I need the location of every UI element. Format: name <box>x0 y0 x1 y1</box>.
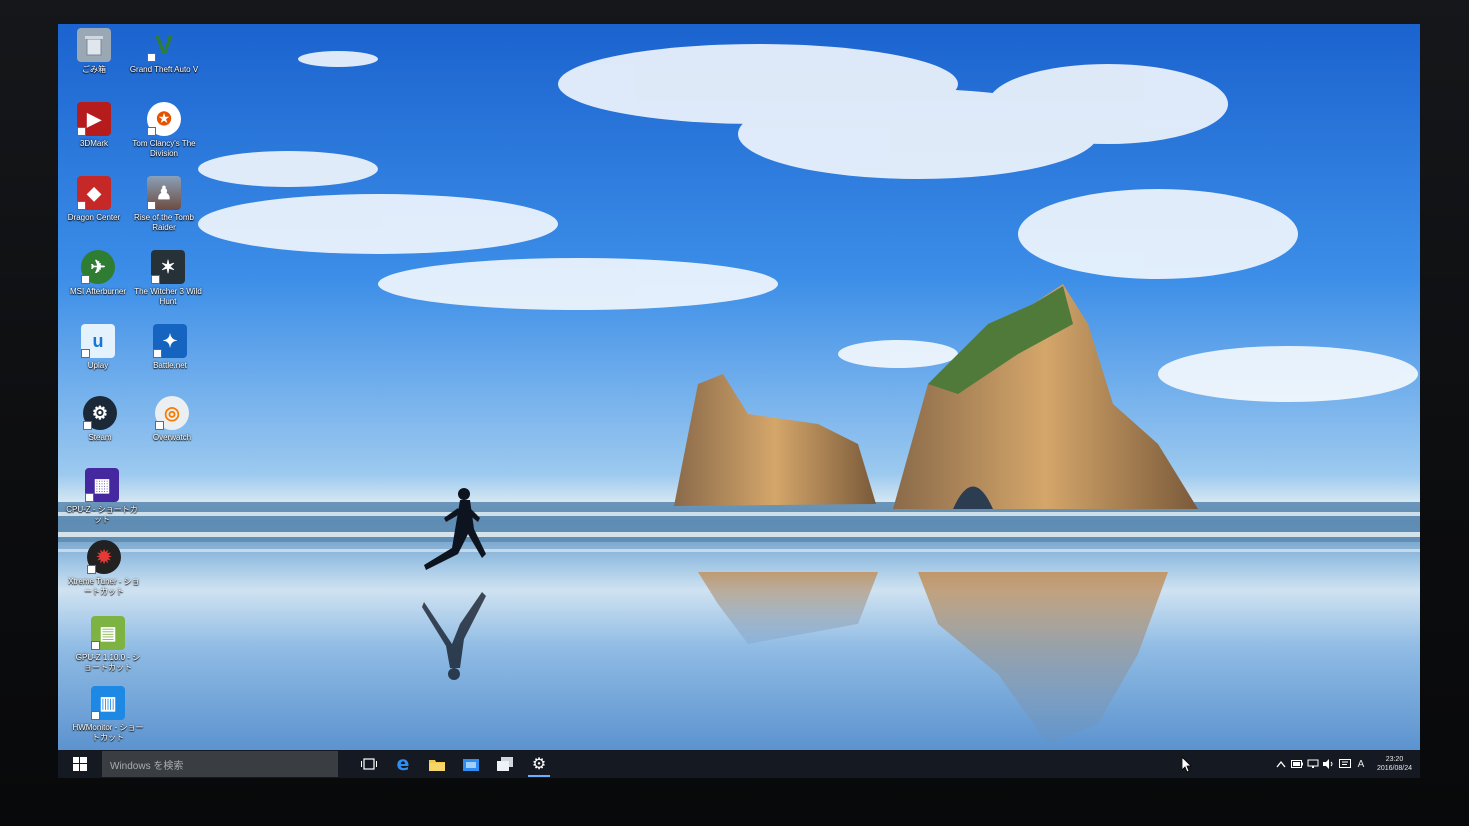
desktop-icon-label: Overwatch <box>152 433 192 442</box>
desktop-icon-label: Xtreme Tuner - ショートカット <box>68 577 140 596</box>
desktop-icon-label: Uplay <box>87 361 109 370</box>
overwatch-icon: ◎ <box>155 396 189 430</box>
screen: ごみ箱 V Grand Theft Auto V ▶ 3DMark ✪ Tom … <box>58 24 1420 778</box>
app-window-button[interactable] <box>488 750 522 778</box>
desktop-icon-steam[interactable]: ⚙ Steam <box>64 396 136 443</box>
desktop-icon-label: MSI Afterburner <box>69 287 127 296</box>
steam-icon: ⚙ <box>83 396 117 430</box>
desktop-icon-area: ごみ箱 V Grand Theft Auto V ▶ 3DMark ✪ Tom … <box>58 24 218 750</box>
gear-icon: ⚙ <box>531 756 547 773</box>
desktop-icon-gta-v[interactable]: V Grand Theft Auto V <box>128 28 200 75</box>
desktop-icon-label: Steam <box>88 433 112 442</box>
ime-indicator[interactable]: A <box>1355 759 1367 770</box>
desktop-icon-msi-afterburner[interactable]: ✈ MSI Afterburner <box>62 250 134 297</box>
desktop-icon-uplay[interactable]: u Uplay <box>62 324 134 371</box>
tomb-raider-icon: ♟ <box>147 176 181 210</box>
desktop-icon-label: CPU-Z - ショートカット <box>66 505 138 524</box>
desktop-icon-gpuz[interactable]: ▤ GPU-Z 1.10.0 - ショートカット <box>72 616 144 673</box>
clock[interactable]: 23:20 2016/08/24 <box>1377 755 1412 773</box>
desktop-icon-division[interactable]: ✪ Tom Clancy's The Division <box>128 102 200 159</box>
desktop-icon-recycle-bin[interactable]: ごみ箱 <box>58 28 130 75</box>
desktop-icon-label: Rise of the Tomb Raider <box>134 213 194 232</box>
desktop-icon-tomb-raider[interactable]: ♟ Rise of the Tomb Raider <box>128 176 200 233</box>
window-stack-icon <box>497 757 513 771</box>
windows-logo-icon <box>73 757 87 771</box>
taskbar: Windows を検索 e ⚙ A 23:20 2016/08/24 <box>58 750 1420 778</box>
desktop-icon-label: Battle.net <box>153 361 187 370</box>
store-icon <box>463 759 479 771</box>
settings-button[interactable]: ⚙ <box>522 750 556 778</box>
notification-icon[interactable] <box>1338 758 1351 770</box>
desktop-icon-overwatch[interactable]: ◎ Overwatch <box>136 396 208 443</box>
msi-afterburner-icon: ✈ <box>81 250 115 284</box>
desktop-icon-cpuz[interactable]: ▦ CPU-Z - ショートカット <box>66 468 138 525</box>
battlenet-icon: ✦ <box>153 324 187 358</box>
edge-button[interactable]: e <box>386 750 420 778</box>
recycle-bin-icon <box>77 28 111 62</box>
task-view-icon <box>361 758 377 770</box>
desktop-wallpaper <box>58 24 1420 750</box>
desktop-icon-label: Dragon Center <box>67 213 121 222</box>
desktop-icon-label: ごみ箱 <box>82 65 106 74</box>
tuner-icon: ✹ <box>87 540 121 574</box>
hwmonitor-icon: ▥ <box>91 686 125 720</box>
folder-icon <box>429 759 445 771</box>
desktop-icon-label: GPU-Z 1.10.0 - ショートカット <box>75 653 141 672</box>
desktop-icon-hwmonitor[interactable]: ▥ HWMonitor - ショートカット <box>72 686 144 743</box>
desktop-icon-label: Tom Clancy's The Division <box>132 139 196 158</box>
system-tray: A 23:20 2016/08/24 <box>1275 750 1412 778</box>
desktop-icon-dragon-center[interactable]: ◆ Dragon Center <box>58 176 130 223</box>
witcher-icon: ✶ <box>151 250 185 284</box>
desktop-icon-label: 3DMark <box>79 139 108 148</box>
chevron-up-icon[interactable] <box>1275 758 1287 770</box>
division-icon: ✪ <box>147 102 181 136</box>
clock-time: 23:20 <box>1385 756 1404 763</box>
3dmark-icon: ▶ <box>77 102 111 136</box>
battery-icon[interactable] <box>1290 758 1303 770</box>
desktop-icon-label: The Witcher 3 Wild Hunt <box>134 287 202 306</box>
edge-icon: e <box>396 753 410 775</box>
desktop-icon-battlenet[interactable]: ✦ Battle.net <box>134 324 206 371</box>
volume-icon[interactable] <box>1322 758 1335 770</box>
cpuz-icon: ▦ <box>85 468 119 502</box>
uplay-icon: u <box>81 324 115 358</box>
file-explorer-button[interactable] <box>420 750 454 778</box>
desktop-icon-label: Grand Theft Auto V <box>129 65 199 74</box>
gpuz-icon: ▤ <box>91 616 125 650</box>
desktop-icon-witcher[interactable]: ✶ The Witcher 3 Wild Hunt <box>132 250 204 307</box>
search-placeholder: Windows を検索 <box>110 760 184 772</box>
desktop-icon-label: HWMonitor - ショートカット <box>72 723 144 742</box>
start-button[interactable] <box>58 750 102 778</box>
clock-date: 2016/08/24 <box>1376 765 1412 772</box>
search-box[interactable]: Windows を検索 <box>102 751 338 777</box>
store-button[interactable] <box>454 750 488 778</box>
dragon-center-icon: ◆ <box>77 176 111 210</box>
task-view-button[interactable] <box>352 750 386 778</box>
desktop-icon-xtreme-tuner[interactable]: ✹ Xtreme Tuner - ショートカット <box>68 540 140 597</box>
mouse-cursor-icon <box>1182 757 1192 773</box>
desktop-icon-3dmark[interactable]: ▶ 3DMark <box>58 102 130 149</box>
network-icon[interactable] <box>1307 758 1319 770</box>
gta-v-icon: V <box>147 28 181 62</box>
